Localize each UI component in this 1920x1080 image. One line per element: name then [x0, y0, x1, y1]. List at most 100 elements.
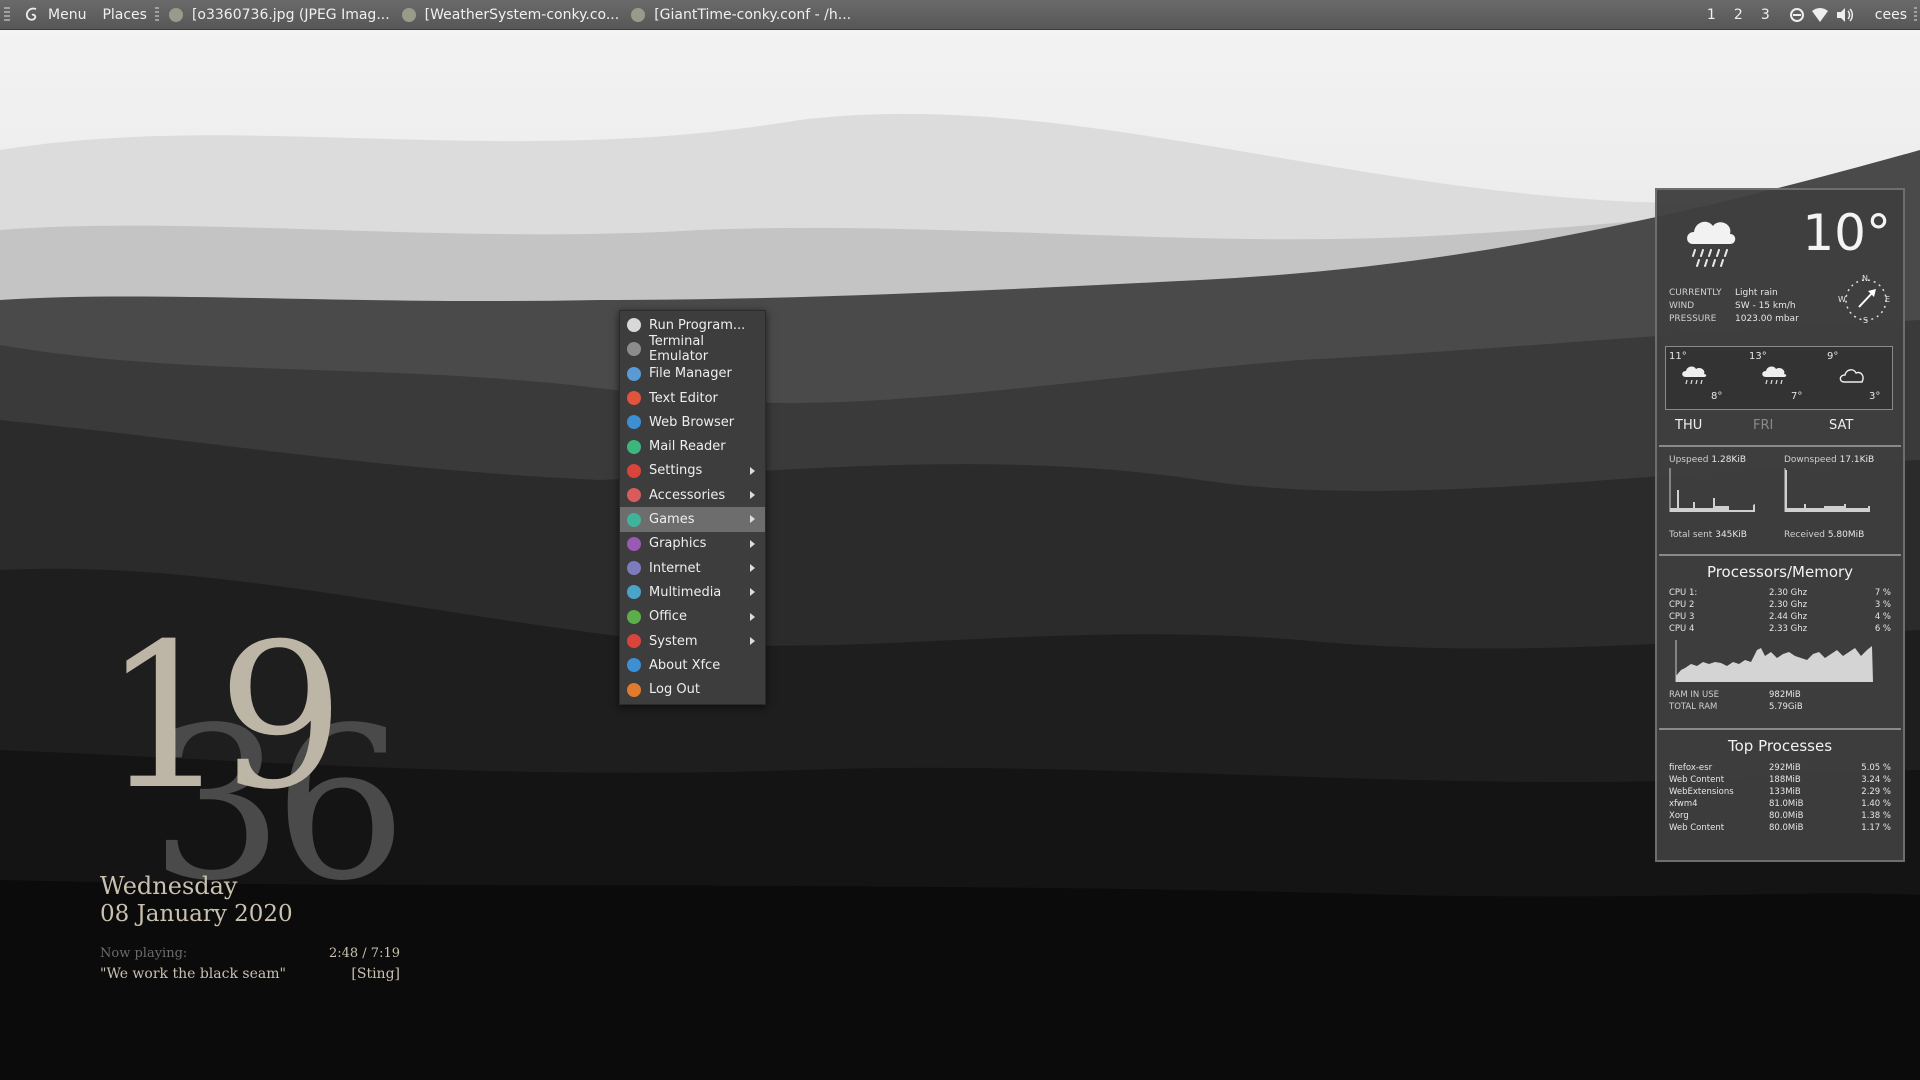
- places-button[interactable]: Places: [94, 0, 155, 29]
- ram-in-use-label: RAM IN USE: [1669, 690, 1719, 700]
- workspace-1[interactable]: 1: [1698, 7, 1725, 23]
- top-panel: Menu Places [o3360736.jpg (JPEG Imag... …: [0, 0, 1920, 30]
- forecast-low: 3°: [1869, 391, 1881, 402]
- submenu-arrow-icon: [750, 466, 755, 475]
- volume-icon[interactable]: [1835, 7, 1855, 23]
- user-menu-button[interactable]: cees: [1865, 0, 1911, 29]
- menu-item-label: Run Program...: [649, 317, 746, 333]
- menu-item-label: Mail Reader: [649, 439, 726, 455]
- rain-cloud-icon: [1687, 221, 1736, 267]
- menu-item-label: Web Browser: [649, 414, 735, 430]
- date-label: 08 January 2020: [100, 901, 293, 927]
- graphics-icon: [627, 536, 641, 551]
- pressure-label: PRESSURE: [1669, 314, 1717, 324]
- applications-menu-button[interactable]: Menu: [16, 0, 94, 29]
- menu-item-accessories[interactable]: Accessories: [620, 483, 765, 507]
- menu-item-office[interactable]: Office: [620, 605, 765, 629]
- menu-item-system[interactable]: System: [620, 629, 765, 653]
- system-icon: [627, 634, 641, 648]
- system-tray: [1789, 7, 1855, 23]
- forecast-low: 8°: [1711, 391, 1723, 402]
- weekday-label: Wednesday: [100, 872, 238, 900]
- compass-north: N: [1862, 274, 1868, 283]
- debian-swirl-icon: [25, 7, 37, 21]
- menu-item-label: System: [649, 633, 698, 649]
- menu-item-web-browser[interactable]: Web Browser: [620, 410, 765, 434]
- submenu-arrow-icon: [750, 636, 755, 645]
- task-button-weather-conky[interactable]: [WeatherSystem-conky.co...: [396, 0, 626, 29]
- cpu-freq: 2.33 Ghz: [1769, 624, 1808, 634]
- process-name: Web Content: [1669, 775, 1725, 785]
- divider: [1659, 554, 1901, 556]
- submenu-arrow-icon: [750, 612, 755, 621]
- pencil-icon: [627, 391, 641, 406]
- menu-item-label: Office: [649, 609, 687, 625]
- wifi-icon[interactable]: [1811, 7, 1829, 23]
- text-editor-icon: [401, 7, 416, 22]
- cpu-name: CPU 4: [1669, 624, 1695, 634]
- currently-label: CURRENTLY: [1669, 288, 1722, 298]
- menu-item-label: Multimedia: [649, 584, 722, 600]
- submenu-arrow-icon: [750, 491, 755, 500]
- task-label: [WeatherSystem-conky.co...: [424, 6, 620, 23]
- wind-value: SW - 15 km/h: [1735, 301, 1796, 311]
- now-playing-time: 2:48 / 7:19: [328, 946, 400, 961]
- panel-handle-right[interactable]: [1914, 6, 1917, 23]
- compass-east: E: [1885, 295, 1891, 304]
- submenu-arrow-icon: [750, 515, 755, 524]
- menu-item-games[interactable]: Games: [620, 507, 765, 532]
- cpu-pct: 7 %: [1874, 588, 1891, 598]
- menu-item-label: Internet: [649, 560, 701, 576]
- divider: [1659, 728, 1901, 730]
- menu-item-graphics[interactable]: Graphics: [620, 532, 765, 556]
- folder-icon: [627, 366, 641, 381]
- downspeed-value: 17.1KiB: [1839, 455, 1875, 465]
- menu-item-about-xfce[interactable]: About Xfce: [620, 653, 765, 677]
- cpu-freq: 2.30 Ghz: [1769, 600, 1808, 610]
- menu-item-text-editor[interactable]: Text Editor: [620, 386, 765, 410]
- divider: [1659, 445, 1901, 447]
- internet-icon: [627, 561, 641, 576]
- process-cpu: 3.24 %: [1861, 775, 1891, 785]
- menu-item-settings[interactable]: Settings: [620, 459, 765, 483]
- task-button-gianttime-conky[interactable]: [GiantTime-conky.conf - /h...: [625, 0, 857, 29]
- total-sent-value: 345KiB: [1715, 530, 1747, 540]
- task-label: [GiantTime-conky.conf - /h...: [654, 6, 852, 23]
- process-cpu: 2.29 %: [1861, 787, 1891, 797]
- top-processes-title: Top Processes: [1727, 737, 1833, 755]
- wind-compass: N E S W: [1838, 274, 1891, 325]
- process-name: xfwm4: [1669, 799, 1698, 809]
- menu-item-terminal-emulator[interactable]: Terminal Emulator: [620, 334, 765, 364]
- process-mem: 81.0MiB: [1769, 799, 1804, 809]
- process-cpu: 1.17 %: [1861, 823, 1891, 833]
- forecast-high: 9°: [1827, 351, 1839, 362]
- menu-item-multimedia[interactable]: Multimedia: [620, 580, 765, 604]
- forecast-day: THU: [1675, 418, 1703, 433]
- task-button-image-viewer[interactable]: [o3360736.jpg (JPEG Imag...: [163, 0, 396, 29]
- menu-label: Menu: [48, 6, 87, 23]
- cpu-name: CPU 1:: [1669, 588, 1698, 598]
- username-label: cees: [1874, 6, 1907, 23]
- clock-hour: 19: [102, 601, 344, 834]
- workspace-3[interactable]: 3: [1752, 7, 1779, 23]
- menu-item-mail-reader[interactable]: Mail Reader: [620, 434, 765, 458]
- panel-separator: [154, 6, 159, 23]
- multimedia-icon: [627, 585, 641, 600]
- download-graph: [1784, 468, 1870, 512]
- panel-handle[interactable]: [4, 6, 10, 23]
- workspace-2[interactable]: 2: [1725, 7, 1752, 23]
- process-name: WebExtensions: [1669, 787, 1734, 797]
- processors-memory-title: Processors/Memory: [1706, 563, 1854, 581]
- menu-item-label: Text Editor: [649, 390, 718, 406]
- cpu-pct: 6 %: [1874, 624, 1891, 634]
- task-label: [o3360736.jpg (JPEG Imag...: [191, 6, 390, 23]
- menu-item-label: About Xfce: [649, 657, 721, 673]
- update-notifier-icon[interactable]: [1789, 7, 1805, 23]
- menu-item-file-manager[interactable]: File Manager: [620, 362, 765, 386]
- submenu-arrow-icon: [750, 539, 755, 548]
- menu-item-internet[interactable]: Internet: [620, 556, 765, 580]
- process-cpu: 1.40 %: [1861, 799, 1891, 809]
- menu-item-log-out[interactable]: Log Out: [620, 677, 765, 701]
- terminal-icon: [627, 342, 641, 357]
- received-label: Received: [1784, 530, 1825, 540]
